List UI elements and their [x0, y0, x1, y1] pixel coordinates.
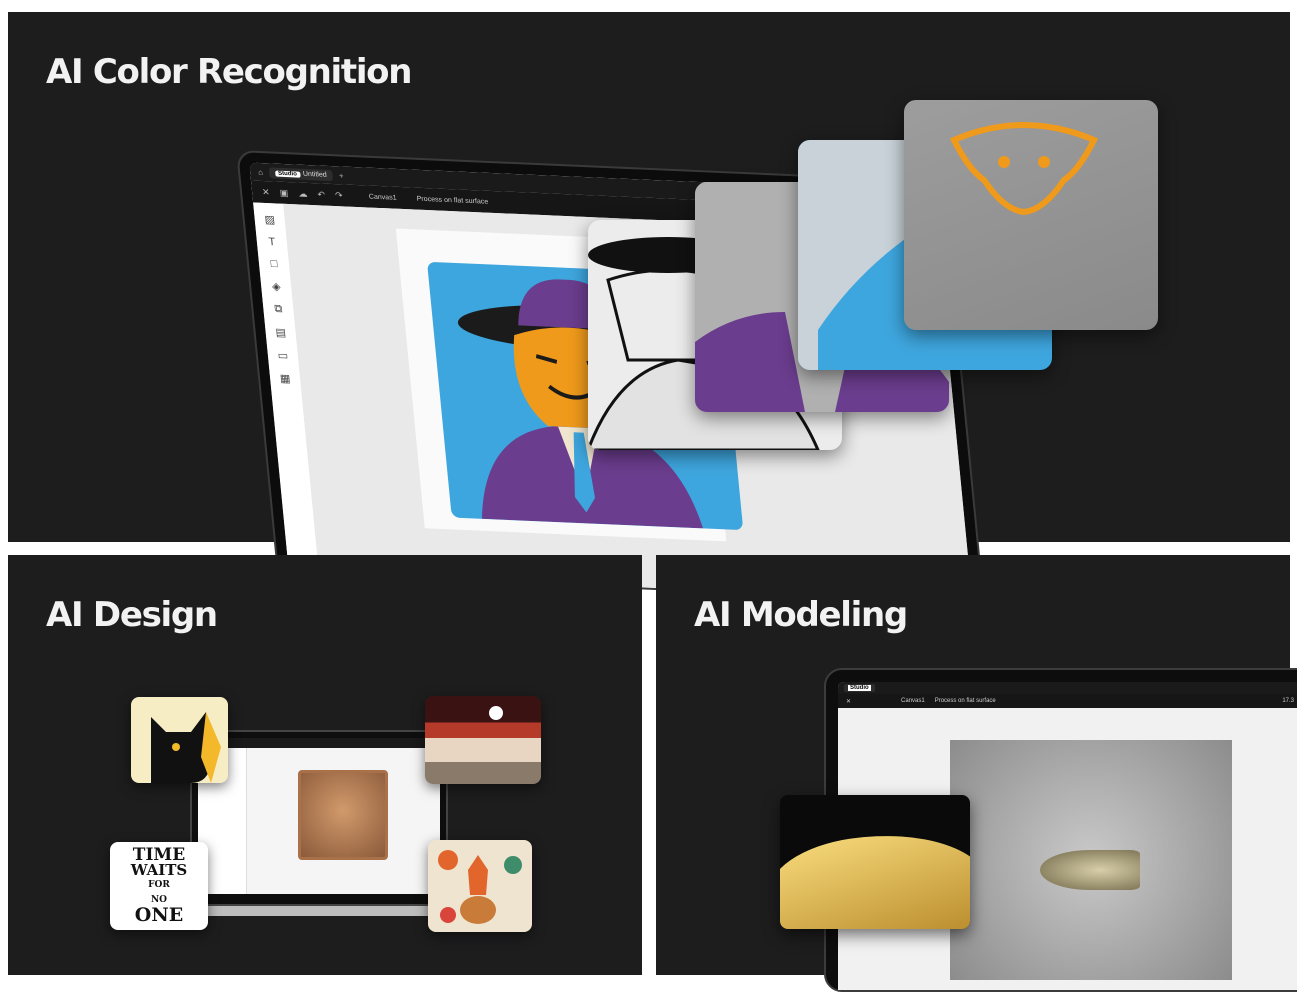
thumb-typography: TIME WAITS FOR NO ONE: [110, 842, 208, 930]
new-tab-icon[interactable]: +: [338, 171, 344, 180]
type-word: FOR: [148, 880, 170, 890]
thumb-gold-relief: [780, 795, 970, 929]
library-icon[interactable]: ▤: [275, 326, 287, 339]
zoom-level[interactable]: 17.3: [1282, 698, 1294, 704]
canvas-name[interactable]: Canvas1: [368, 193, 396, 201]
laser-bed-camera[interactable]: [950, 740, 1232, 980]
cloud-icon[interactable]: ☁: [298, 188, 308, 199]
gallery-icon[interactable]: ▦: [279, 372, 291, 385]
mini-tabbar: [198, 738, 440, 748]
section-title: AI Design: [46, 595, 218, 635]
design-laptop: [178, 730, 460, 916]
vase-model: [1040, 850, 1140, 890]
process-mode[interactable]: Process on flat surface: [416, 195, 488, 205]
tag-icon[interactable]: ◈: [271, 280, 281, 293]
tab-badge: Studio: [274, 170, 301, 178]
text-icon[interactable]: T: [268, 236, 276, 248]
process-mode[interactable]: Process on flat surface: [935, 698, 996, 704]
redo-icon[interactable]: ↷: [335, 190, 344, 201]
undo-icon[interactable]: ↶: [317, 189, 326, 200]
laptop-base: [178, 906, 460, 916]
canvas-name[interactable]: Canvas1: [901, 698, 925, 704]
section-title: AI Color Recognition: [46, 52, 412, 92]
moon: [489, 706, 503, 720]
type-word: WAITS: [130, 861, 188, 879]
save-icon[interactable]: ▣: [279, 187, 289, 198]
section-title: AI Modeling: [694, 595, 908, 635]
tab-untitled[interactable]: Studio Untitled: [268, 166, 334, 181]
thumb-landscape: [425, 696, 541, 784]
shape-icon[interactable]: □: [270, 258, 278, 270]
close-icon[interactable]: ✕: [846, 698, 851, 705]
close-icon[interactable]: ✕: [262, 186, 271, 197]
image-icon[interactable]: ▨: [264, 213, 276, 226]
layers-icon[interactable]: ⧉: [274, 303, 283, 316]
eagle-carving: [298, 770, 388, 860]
tab-badge: Studio: [848, 685, 871, 691]
design-app-screen: [198, 738, 440, 894]
tablet-tabbar: Studio: [838, 682, 1297, 694]
type-word: ONE: [134, 904, 184, 926]
layer-orange: [904, 100, 1158, 330]
tablet-toolbar: ✕ Canvas1 Process on flat surface 17.3: [838, 694, 1297, 708]
tab-label: Untitled: [302, 170, 328, 179]
thumb-cat: [131, 697, 228, 783]
thumb-fox: [428, 840, 532, 932]
home-icon[interactable]: ⌂: [258, 167, 264, 176]
camera-icon[interactable]: ▭: [277, 349, 289, 362]
gold-surface: [780, 820, 970, 929]
tablet-tab[interactable]: Studio: [844, 684, 875, 692]
